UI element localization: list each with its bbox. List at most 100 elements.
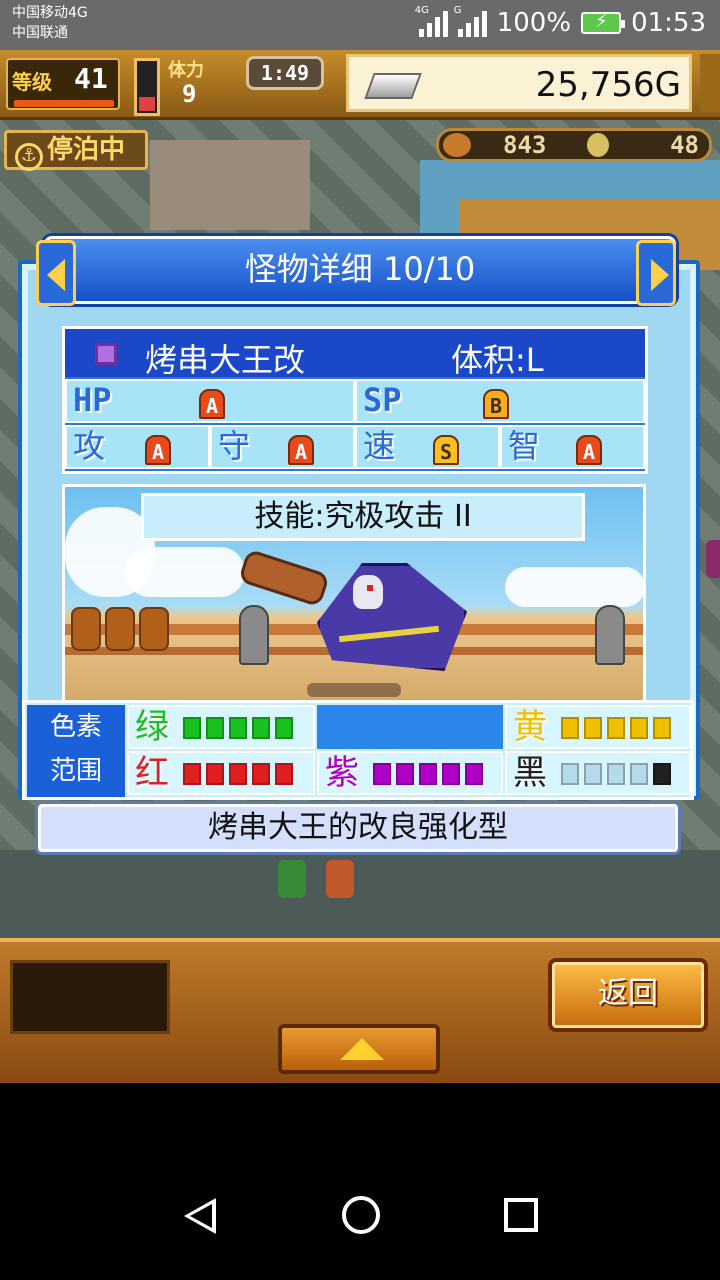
stat-intelligence: 智 A xyxy=(500,425,645,469)
stat-speed: 速 S xyxy=(355,425,500,469)
color-dots xyxy=(183,717,293,739)
color-empty-cell xyxy=(317,705,503,749)
level-value: 41 xyxy=(74,62,108,95)
monster-shadow xyxy=(307,683,401,697)
monster-cloak xyxy=(317,563,467,671)
color-pip xyxy=(229,763,247,785)
color-pip xyxy=(252,717,270,739)
stat-label: 智 xyxy=(508,427,541,465)
color-purple: 紫 xyxy=(317,751,503,795)
resource-bar: 843 48 xyxy=(436,128,712,162)
color-pip xyxy=(630,717,648,739)
color-pip xyxy=(183,763,201,785)
battery-icon: ⚡ xyxy=(581,11,626,34)
food-icon xyxy=(443,133,471,157)
status-bar: 中国移动4G 中国联通 4G G 100% ⚡ 01:53 xyxy=(0,0,720,50)
nav-home-icon[interactable] xyxy=(342,1196,380,1234)
stamina-gauge xyxy=(134,58,160,116)
cloud xyxy=(125,547,245,597)
expand-menu-button[interactable] xyxy=(278,1024,440,1074)
color-red: 红 xyxy=(127,751,315,795)
color-dots xyxy=(183,763,293,785)
stamina-panel: 体力 9 xyxy=(168,56,240,112)
color-pip xyxy=(252,763,270,785)
monster-skull xyxy=(353,575,383,609)
carrier-info: 中国移动4G 中国联通 xyxy=(12,3,88,43)
docked-badge[interactable]: ⚓ 停泊中 xyxy=(4,130,148,171)
bottom-menu: 返回 xyxy=(0,938,720,1083)
stat-label: 速 xyxy=(363,427,396,465)
stat-sp: SP B xyxy=(355,379,645,423)
color-pip xyxy=(275,763,293,785)
color-pip xyxy=(607,717,625,739)
stamina-value: 9 xyxy=(182,80,197,108)
color-pip xyxy=(396,763,414,785)
next-monster-button[interactable] xyxy=(636,240,676,306)
color-pip xyxy=(206,717,224,739)
color-label-2: 范围 xyxy=(49,756,102,786)
level-label: 等级 xyxy=(12,70,52,94)
color-black: 黑 xyxy=(505,751,691,795)
skill-label: 技能:究极攻击 II xyxy=(141,493,585,541)
gold-value: 25,756G xyxy=(535,65,681,105)
stat-defense: 守 A xyxy=(210,425,355,469)
arrow-up-icon xyxy=(340,1038,384,1060)
skewer-club xyxy=(237,548,331,608)
cannon xyxy=(595,605,625,665)
color-yellow: 黄 xyxy=(505,705,691,749)
hud-edge xyxy=(700,54,720,112)
monster-name: 烤串大王改 xyxy=(145,341,306,379)
crew-sprite xyxy=(278,860,306,898)
nav-back-icon[interactable] xyxy=(184,1198,216,1234)
color-pip xyxy=(206,763,224,785)
color-pip xyxy=(229,717,247,739)
navigation-bar xyxy=(0,1083,720,1280)
color-pip xyxy=(653,717,671,739)
monster-type-icon xyxy=(95,343,117,365)
exp-bar xyxy=(14,100,114,107)
menu-slot[interactable] xyxy=(10,960,170,1034)
signal-icon-2: G xyxy=(454,5,487,37)
stat-label: 攻 xyxy=(73,427,106,465)
stat-grade: A xyxy=(576,435,602,465)
stat-label: 守 xyxy=(218,427,251,465)
color-pip xyxy=(607,763,625,785)
stat-label: HP xyxy=(73,381,112,419)
crew-sprite xyxy=(326,860,354,898)
prev-monster-button[interactable] xyxy=(36,240,76,306)
stat-hp: HP A xyxy=(65,379,355,423)
stat-grade: B xyxy=(483,389,509,419)
signal-icon: 4G xyxy=(415,5,448,37)
nav-recent-icon[interactable] xyxy=(504,1198,538,1232)
carrier-2: 中国联通 xyxy=(12,25,68,41)
color-range-label: 色素 范围 xyxy=(27,705,125,797)
color-pip xyxy=(442,763,460,785)
color-pip xyxy=(183,717,201,739)
color-pip xyxy=(653,763,671,785)
name-row: 烤串大王改 体积:L xyxy=(65,329,645,379)
material-icon xyxy=(587,133,609,157)
stats-table: 烤串大王改 体积:L HP A SP B 攻 A 守 A 速 S 智 A xyxy=(62,326,648,474)
color-green: 绿 xyxy=(127,705,315,749)
back-button[interactable]: 返回 xyxy=(548,958,708,1032)
color-name: 黑 xyxy=(513,753,547,793)
monster-volume: 体积:L xyxy=(451,341,544,379)
stat-grade: S xyxy=(433,435,459,465)
color-dots xyxy=(373,763,483,785)
battery-percent: 100% xyxy=(496,8,572,38)
color-pip xyxy=(275,717,293,739)
color-name: 红 xyxy=(135,753,169,793)
monster-sprite xyxy=(237,548,471,683)
color-name: 黄 xyxy=(513,707,547,747)
crew-sprite xyxy=(706,540,720,578)
arrow-left-icon xyxy=(47,259,65,291)
stat-grade: A xyxy=(199,389,225,419)
barrel xyxy=(105,607,135,651)
stat-grade: A xyxy=(145,435,171,465)
stamina-label: 体力 xyxy=(168,60,204,81)
color-range-table: 色素 范围 绿 黄 红 紫 黑 xyxy=(22,700,694,800)
skill-preview: 技能:究极攻击 II xyxy=(62,484,646,706)
level-panel: 等级 41 xyxy=(6,58,120,110)
color-pip xyxy=(465,763,483,785)
scene-building xyxy=(150,140,310,230)
